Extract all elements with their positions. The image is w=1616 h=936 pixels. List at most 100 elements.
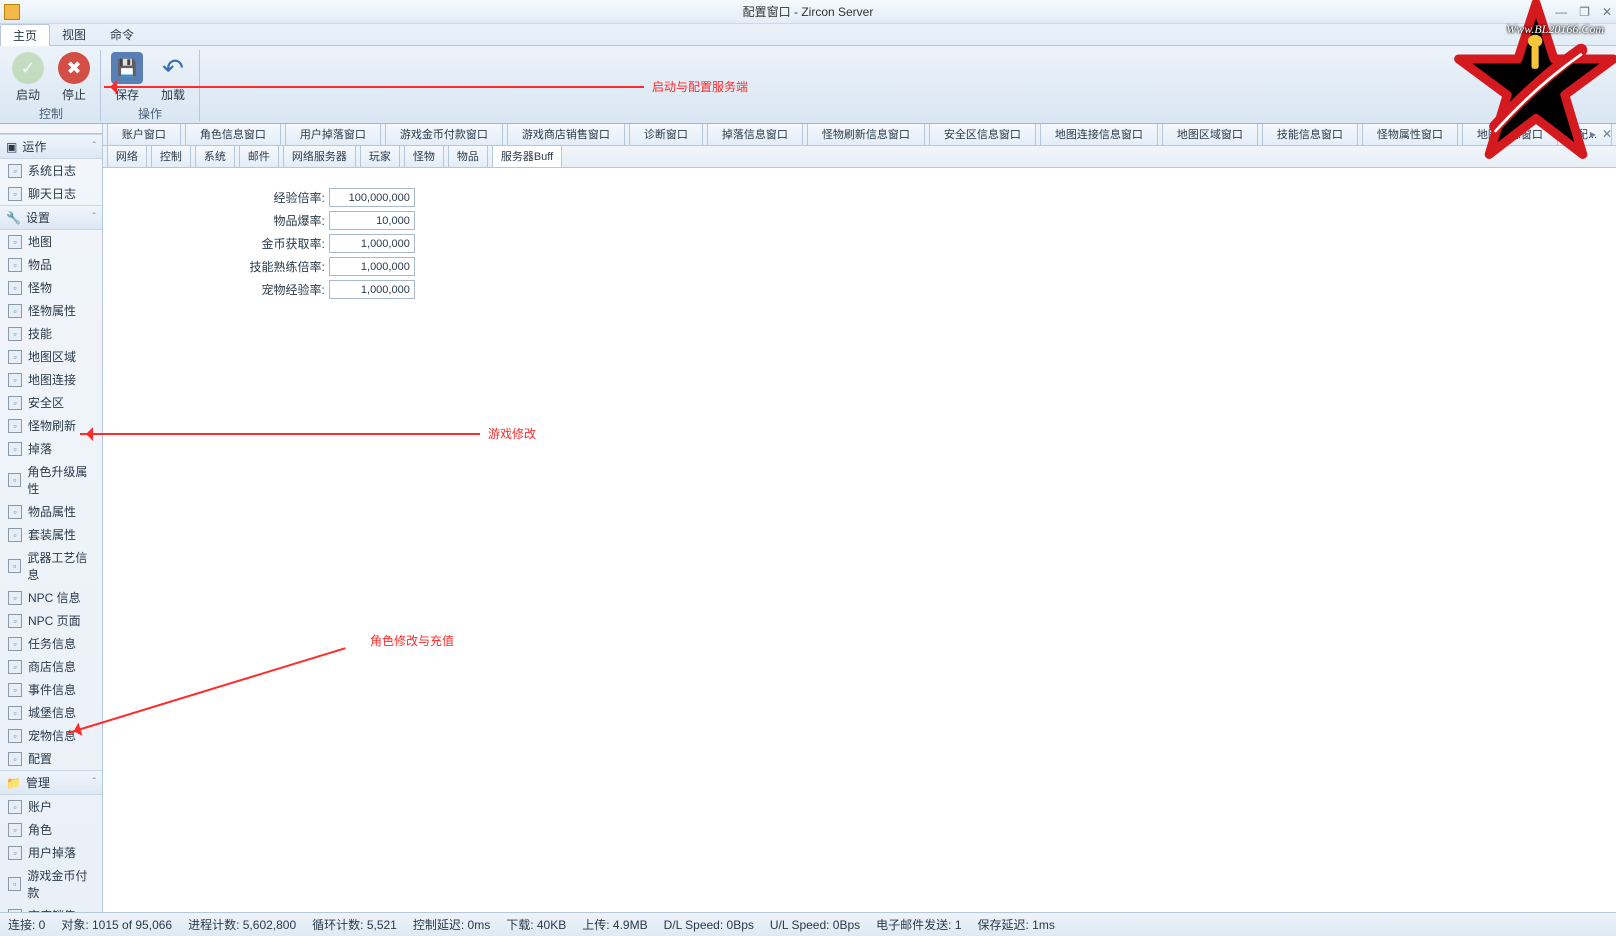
sidebar-item[interactable]: ▫配置 (0, 747, 102, 770)
number-input[interactable] (329, 234, 415, 253)
sidebar-item[interactable]: ▫地图 (0, 230, 102, 253)
sidebar-item[interactable]: ▫NPC 页面 (0, 609, 102, 632)
number-input[interactable] (329, 188, 415, 207)
main-tab[interactable]: 诊断窗口 (629, 124, 703, 145)
sub-tab[interactable]: 物品 (448, 146, 488, 167)
sidebar-item[interactable]: ▫事件信息 (0, 678, 102, 701)
item-icon: ▫ (8, 442, 22, 456)
sidebar-item[interactable]: ▫角色 (0, 818, 102, 841)
item-icon: ▫ (8, 187, 22, 201)
menu-home[interactable]: 主页 (0, 24, 50, 46)
menu-view[interactable]: 视图 (50, 24, 98, 45)
stop-button[interactable]: ✖ 停止 (58, 52, 90, 103)
main-tab[interactable]: 技能信息窗口 (1262, 124, 1358, 145)
folder-icon: 📁 (6, 776, 21, 790)
status-item: 连接: 0 (8, 916, 45, 933)
sidebar-item-label: 地图连接 (28, 371, 76, 388)
close-button[interactable]: ✕ (1602, 5, 1612, 19)
tab-scroll-controls[interactable]: ◂▸✕ (1578, 127, 1612, 141)
chevron-up-icon: ˆ (92, 141, 95, 152)
main-tab[interactable]: 游戏金币付款窗口 (385, 124, 503, 145)
app-icon (4, 4, 20, 20)
sidebar-item[interactable]: ▫怪物 (0, 276, 102, 299)
main-tab[interactable]: 账户窗口 (107, 124, 181, 145)
main-tab[interactable]: 安全区信息窗口 (929, 124, 1036, 145)
number-input[interactable] (329, 280, 415, 299)
sub-tab[interactable]: 控制 (151, 146, 191, 167)
sidebar-item[interactable]: ▫城堡信息 (0, 701, 102, 724)
maximize-button[interactable]: ❐ (1579, 5, 1590, 19)
sub-tab[interactable]: 系统 (195, 146, 235, 167)
sidebar-item[interactable]: ▫怪物刷新 (0, 414, 102, 437)
sidebar-item[interactable]: ▫任务信息 (0, 632, 102, 655)
sidebar-item-label: 角色升级属性 (27, 463, 95, 497)
menu-command[interactable]: 命令 (98, 24, 146, 45)
main-tab[interactable]: 用户掉落窗口 (285, 124, 381, 145)
sidebar-item[interactable]: ▫套装属性 (0, 523, 102, 546)
sidebar-item[interactable]: ▫地图区域 (0, 345, 102, 368)
form-row: 金币获取率: (103, 232, 1616, 255)
item-icon: ▫ (8, 823, 22, 837)
start-button[interactable]: ✓ 启动 (12, 52, 44, 103)
sidebar-item[interactable]: ▫ 宠物信息 (0, 724, 102, 747)
sidebar-item[interactable]: ▫安全区 (0, 391, 102, 414)
main-tab[interactable]: 地图信息窗口 (1462, 124, 1558, 145)
sidebar-item[interactable]: ▫物品 (0, 253, 102, 276)
sidebar-item[interactable]: ▫角色升级属性 (0, 460, 102, 500)
minimize-button[interactable]: — (1555, 5, 1567, 19)
main-tab[interactable]: 游戏商店销售窗口 (507, 124, 625, 145)
sidebar-item[interactable]: ▫商店信息 (0, 655, 102, 678)
x-circle-icon: ✖ (58, 52, 90, 84)
sidebar-item[interactable]: ▫ 掉落 (0, 437, 102, 460)
main-tab[interactable]: 怪物刷新信息窗口 (807, 124, 925, 145)
sidebar-item[interactable]: ▫游戏金币付款 (0, 864, 102, 904)
reload-button[interactable]: ↶ 加载 (157, 52, 189, 103)
sidebar-group-header[interactable]: 🔧设置ˆ (0, 205, 102, 230)
sidebar-item-label: NPC 信息 (28, 589, 81, 606)
sidebar-item[interactable]: ▫地图连接 (0, 368, 102, 391)
status-bar: 连接: 0对象: 1015 of 95,066进程计数: 5,602,800循环… (0, 912, 1616, 936)
sub-tab[interactable]: 怪物 (404, 146, 444, 167)
main-tabs-row1: 账户窗口角色信息窗口用户掉落窗口游戏金币付款窗口游戏商店销售窗口诊断窗口掉落信息… (103, 124, 1616, 146)
item-icon: ▫ (8, 396, 22, 410)
save-button[interactable]: 💾 保存 (111, 52, 143, 103)
sidebar-item[interactable]: ▫商店销售 (0, 904, 102, 912)
number-input[interactable] (329, 257, 415, 276)
item-icon: ▫ (8, 877, 21, 891)
number-input[interactable] (329, 211, 415, 230)
sub-tab[interactable]: 网络 (107, 146, 147, 167)
main-tab[interactable]: 角色信息窗口 (185, 124, 281, 145)
field-label: 物品爆率: (103, 212, 329, 229)
sidebar-item[interactable]: ▫用户掉落 (0, 841, 102, 864)
main-tab[interactable]: 怪物属性窗口 (1362, 124, 1458, 145)
item-icon: ▫ (8, 752, 22, 766)
sidebar-item[interactable]: ▫NPC 信息 (0, 586, 102, 609)
sidebar-item[interactable]: ▫怪物属性 (0, 299, 102, 322)
sidebar-item[interactable]: ▫系统日志 (0, 159, 102, 182)
main-tab[interactable]: 掉落信息窗口 (707, 124, 803, 145)
main-panel: 账户窗口角色信息窗口用户掉落窗口游戏金币付款窗口游戏商店销售窗口诊断窗口掉落信息… (103, 124, 1616, 912)
sidebar-item[interactable]: ▫账户 (0, 795, 102, 818)
sidebar-item[interactable]: ▫聊天日志 (0, 182, 102, 205)
sub-tab[interactable]: 玩家 (360, 146, 400, 167)
sub-tab[interactable]: 网络服务器 (283, 146, 356, 167)
sidebar-item-label: 宠物信息 (28, 727, 76, 744)
sidebar-item[interactable]: ▫武器工艺信息 (0, 546, 102, 586)
item-icon: ▫ (8, 350, 22, 364)
sidebar-item[interactable]: ▫物品属性 (0, 500, 102, 523)
sub-tab[interactable]: 邮件 (239, 146, 279, 167)
sub-tab[interactable]: 服务器Buff (492, 146, 562, 167)
status-item: U/L Speed: 0Bps (770, 918, 860, 932)
main-tab[interactable]: 地图区域窗口 (1162, 124, 1258, 145)
sidebar-item[interactable]: ▫技能 (0, 322, 102, 345)
sidebar-group-header[interactable]: 📁管理ˆ (0, 770, 102, 795)
item-icon: ▫ (8, 729, 22, 743)
item-icon: ▫ (8, 846, 22, 860)
sidebar-item-label: 怪物 (28, 279, 52, 296)
sidebar-group-header[interactable]: ▣运作ˆ (0, 134, 102, 159)
main-tab[interactable]: 地图连接信息窗口 (1040, 124, 1158, 145)
item-icon: ▫ (8, 660, 22, 674)
item-icon: ▫ (8, 706, 22, 720)
sidebar-item-label: 掉落 (28, 440, 52, 457)
save-label: 保存 (115, 86, 139, 103)
